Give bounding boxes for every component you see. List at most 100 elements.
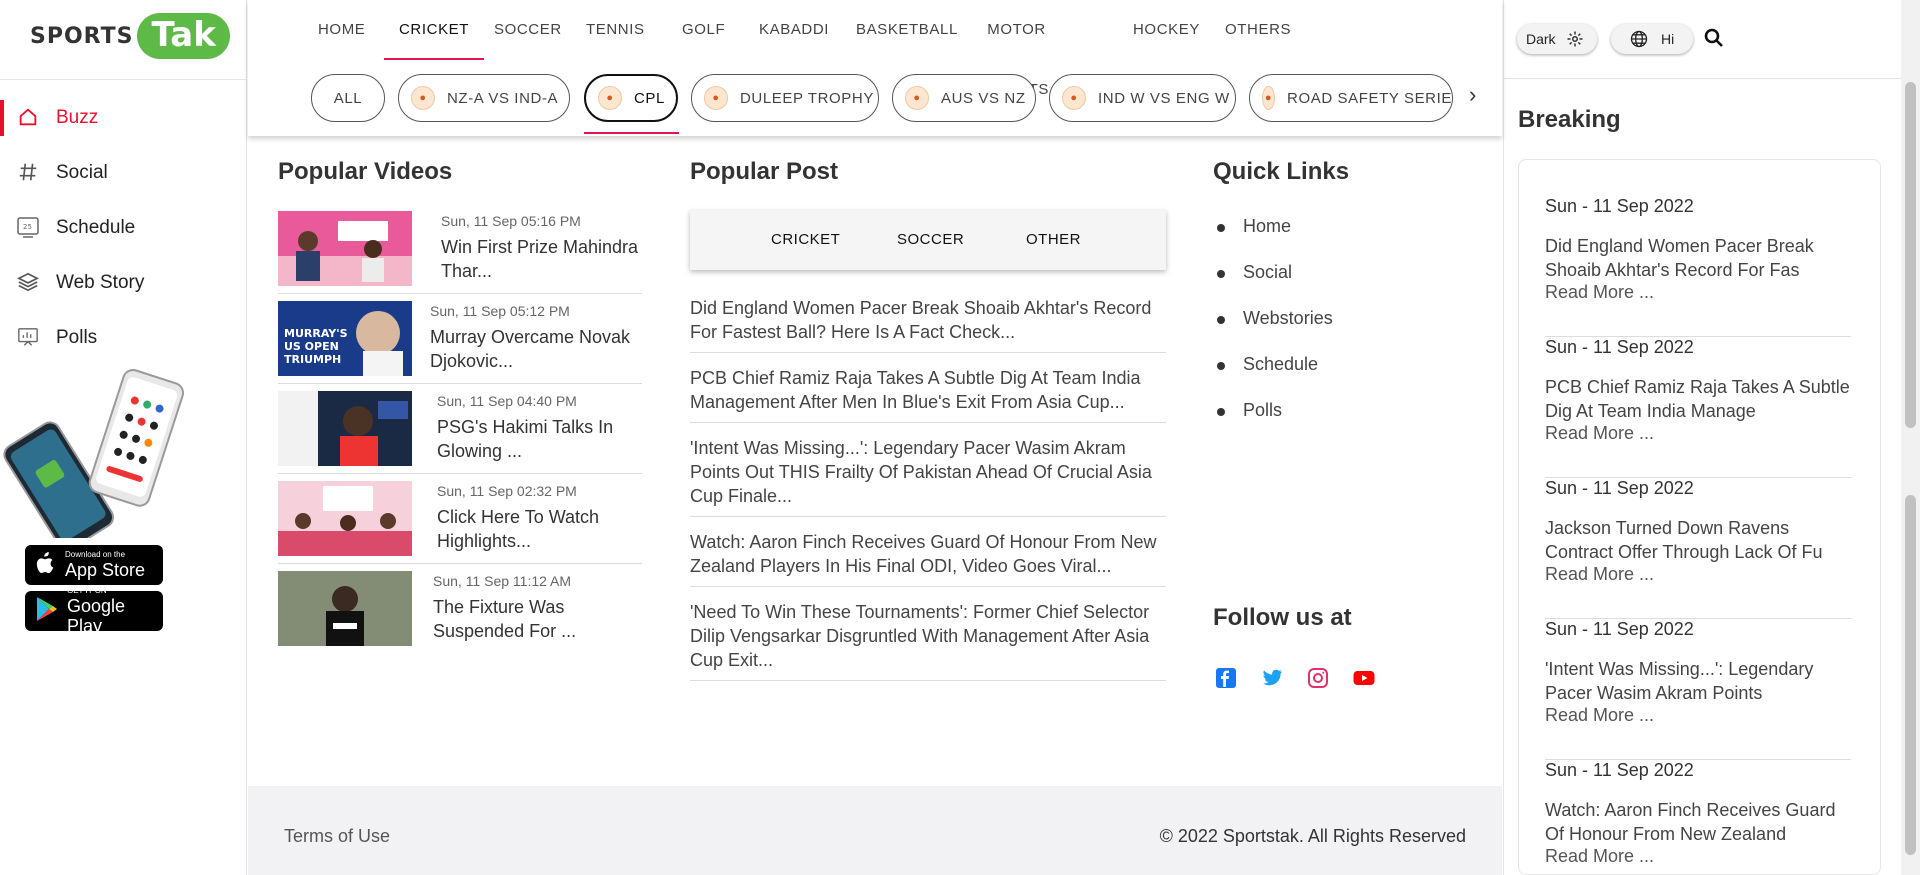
breaking-date: Sun - 11 Sep 2022 bbox=[1545, 478, 1694, 498]
chip-ind-w-vs-eng-w[interactable]: ● IND W VS ENG W bbox=[1049, 74, 1236, 122]
post-item[interactable]: PCB Chief Ramiz Raja Takes A Subtle Dig … bbox=[690, 366, 1166, 423]
tab-golf[interactable]: GOLF bbox=[682, 0, 725, 60]
calendar-icon: 25 bbox=[16, 215, 40, 239]
post-item[interactable]: 'Need To Win These Tournaments': Former … bbox=[690, 600, 1166, 681]
twitter-icon[interactable] bbox=[1260, 666, 1284, 690]
dark-mode-toggle[interactable]: Dark bbox=[1517, 24, 1597, 54]
app-store-text: Download on the App Store bbox=[65, 550, 145, 580]
video-title: Win First Prize Mahindra Thar... bbox=[441, 237, 639, 281]
tab-others[interactable]: OTHERS bbox=[1225, 0, 1291, 60]
chevron-right-icon[interactable]: › bbox=[1469, 82, 1476, 108]
language-label: Hi bbox=[1661, 31, 1675, 47]
sidebar-item-web-story[interactable]: Web Story bbox=[0, 255, 247, 310]
tab-post-other[interactable]: OTHER bbox=[1026, 210, 1081, 270]
read-more-link[interactable]: Read More ... bbox=[1545, 423, 1654, 444]
breaking-title-text[interactable]: Did England Women Pacer Break Shoaib Akht… bbox=[1545, 234, 1814, 282]
sidebar-item-social[interactable]: Social bbox=[0, 145, 247, 200]
title-line-2: Contract Offer Through Lack Of Fu bbox=[1545, 542, 1823, 562]
right-panel-scroll-thumb[interactable] bbox=[1905, 82, 1916, 428]
breaking-date: Sun - 11 Sep 2022 bbox=[1545, 337, 1694, 357]
page-scrollbar[interactable] bbox=[1901, 0, 1920, 875]
svg-text:US OPEN: US OPEN bbox=[284, 340, 339, 353]
chip-cpl[interactable]: ● CPL bbox=[584, 74, 678, 122]
quick-links-title: Quick Links bbox=[1213, 158, 1350, 185]
quick-link-social[interactable]: Social bbox=[1216, 262, 1292, 283]
popular-videos-title: Popular Videos bbox=[278, 158, 453, 185]
breaking-item[interactable]: Sun - 11 Sep 2022 'Intent Was Missing...… bbox=[1545, 619, 1851, 760]
hash-icon bbox=[16, 160, 40, 184]
chip-all[interactable]: ALL bbox=[311, 74, 385, 122]
tab-soccer[interactable]: SOCCER bbox=[494, 0, 562, 60]
video-thumbnail: MURRAY'S US OPEN TRIUMPH bbox=[278, 301, 412, 376]
breaking-title-text[interactable]: Watch: Aaron Finch Receives Guard Of Hono… bbox=[1545, 798, 1835, 846]
sidebar-item-label: Buzz bbox=[56, 106, 99, 128]
video-item[interactable]: Sun, 11 Sep 04:40 PM PSG's Hakimi Talks … bbox=[278, 391, 642, 474]
video-title: Click Here To Watch Highlights... bbox=[437, 507, 600, 551]
sportstak-logo[interactable]: SPORTS Tak bbox=[30, 13, 230, 59]
search-icon[interactable] bbox=[1702, 26, 1726, 50]
tab-post-cricket[interactable]: CRICKET bbox=[771, 210, 840, 270]
breaking-title-text[interactable]: 'Intent Was Missing...': Legendary Pacer … bbox=[1545, 657, 1813, 705]
video-time: Sun, 11 Sep 04:40 PM bbox=[437, 393, 577, 409]
tab-motor-sports[interactable]: MOTOR SPORTS bbox=[984, 0, 1049, 98]
breaking-item[interactable]: Sun - 11 Sep 2022 Jackson Turned Down Ra… bbox=[1545, 478, 1851, 619]
terms-of-use-link[interactable]: Terms of Use bbox=[284, 826, 390, 847]
video-title: The Fixture Was Suspended For ... bbox=[433, 597, 577, 641]
read-more-link[interactable]: Read More ... bbox=[1545, 282, 1654, 303]
tab-kabaddi[interactable]: KABADDI bbox=[759, 0, 829, 60]
breaking-title-text[interactable]: Jackson Turned Down Ravens Contract Offer… bbox=[1545, 516, 1822, 564]
tab-home[interactable]: HOME bbox=[318, 0, 365, 60]
sidebar-item-buzz[interactable]: Buzz bbox=[0, 90, 247, 145]
breaking-title-text[interactable]: PCB Chief Ramiz Raja Takes A Subtle Dig A… bbox=[1545, 375, 1850, 423]
title-line-1: 'Intent Was Missing...': Legendary bbox=[1545, 659, 1814, 679]
chip-nz-a-vs-ind-a[interactable]: ● NZ-A VS IND-A bbox=[398, 74, 570, 122]
quick-link-polls[interactable]: Polls bbox=[1216, 400, 1282, 421]
breaking-item[interactable]: Sun - 11 Sep 2022 Did England Women Pace… bbox=[1545, 196, 1851, 337]
read-more-link[interactable]: Read More ... bbox=[1545, 564, 1654, 585]
quick-link-webstories[interactable]: Webstories bbox=[1217, 308, 1333, 329]
read-more-link[interactable]: Read More ... bbox=[1545, 846, 1654, 867]
tab-tennis[interactable]: TENNIS bbox=[586, 0, 645, 60]
breaking-item[interactable]: Sun - 11 Sep 2022 Watch: Aaron Finch Rec… bbox=[1545, 760, 1851, 874]
tab-basketball[interactable]: BASKETBALL bbox=[856, 0, 958, 60]
quick-link-home[interactable]: Home bbox=[1216, 216, 1291, 237]
video-item[interactable]: Sun, 11 Sep 02:32 PM Click Here To Watch… bbox=[278, 481, 642, 564]
sidebar-item-polls[interactable]: Polls bbox=[0, 310, 247, 365]
cricket-ball-icon: ● bbox=[411, 86, 435, 110]
globe-icon bbox=[1629, 29, 1649, 49]
popular-post-title: Popular Post bbox=[690, 158, 839, 185]
chip-duleep-trophy[interactable]: ● DULEEP TROPHY bbox=[691, 74, 879, 122]
youtube-icon[interactable] bbox=[1352, 666, 1376, 690]
svg-text:TRIUMPH: TRIUMPH bbox=[284, 353, 341, 366]
chip-aus-vs-nz[interactable]: ● AUS VS NZ bbox=[892, 74, 1036, 122]
video-item[interactable]: Sun, 11 Sep 11:12 AM The Fixture Was Sus… bbox=[278, 571, 642, 654]
tab-hockey[interactable]: HOCKEY bbox=[1133, 0, 1200, 60]
layers-icon bbox=[16, 270, 40, 294]
video-title: PSG's Hakimi Talks In Glowing ... bbox=[437, 417, 614, 461]
video-item[interactable]: Sun, 11 Sep 05:16 PM Win First Prize Mah… bbox=[278, 211, 642, 294]
cricket-ball-icon: ● bbox=[598, 86, 622, 110]
post-item[interactable]: Did England Women Pacer Break Shoaib Akh… bbox=[690, 296, 1166, 353]
active-chip-underline bbox=[584, 132, 679, 134]
post-item[interactable]: 'Intent Was Missing...': Legendary Pacer… bbox=[690, 436, 1166, 517]
chip-road-safety-series[interactable]: ● ROAD SAFETY SERIE bbox=[1249, 74, 1453, 122]
tab-post-soccer[interactable]: SOCCER bbox=[897, 210, 964, 270]
app-store-small: Download on the bbox=[65, 550, 126, 559]
app-store-large: App Store bbox=[65, 560, 146, 580]
page-scroll-thumb[interactable] bbox=[1905, 495, 1916, 855]
quick-link-schedule[interactable]: Schedule bbox=[1216, 354, 1318, 375]
read-more-link[interactable]: Read More ... bbox=[1545, 705, 1654, 726]
instagram-icon[interactable] bbox=[1306, 666, 1330, 690]
sidebar-nav: Buzz Social 25 Schedule Web Story Polls bbox=[0, 90, 247, 365]
tab-cricket[interactable]: CRICKET bbox=[383, 0, 485, 60]
language-toggle[interactable]: Hi bbox=[1611, 24, 1693, 54]
video-item[interactable]: MURRAY'S US OPEN TRIUMPH Sun, 11 Sep 05:… bbox=[278, 301, 642, 384]
sidebar-item-schedule[interactable]: 25 Schedule bbox=[0, 200, 247, 255]
facebook-icon[interactable] bbox=[1214, 666, 1238, 690]
google-play-button[interactable]: GET IT ON Google Play bbox=[25, 586, 163, 636]
post-item[interactable]: Watch: Aaron Finch Receives Guard Of Hon… bbox=[690, 530, 1166, 587]
google-play-text: GET IT ON Google Play bbox=[67, 586, 163, 636]
app-store-button[interactable]: Download on the App Store bbox=[25, 545, 163, 585]
breaking-item[interactable]: Sun - 11 Sep 2022 PCB Chief Ramiz Raja T… bbox=[1545, 337, 1851, 478]
video-time: Sun, 11 Sep 05:16 PM bbox=[441, 213, 581, 229]
